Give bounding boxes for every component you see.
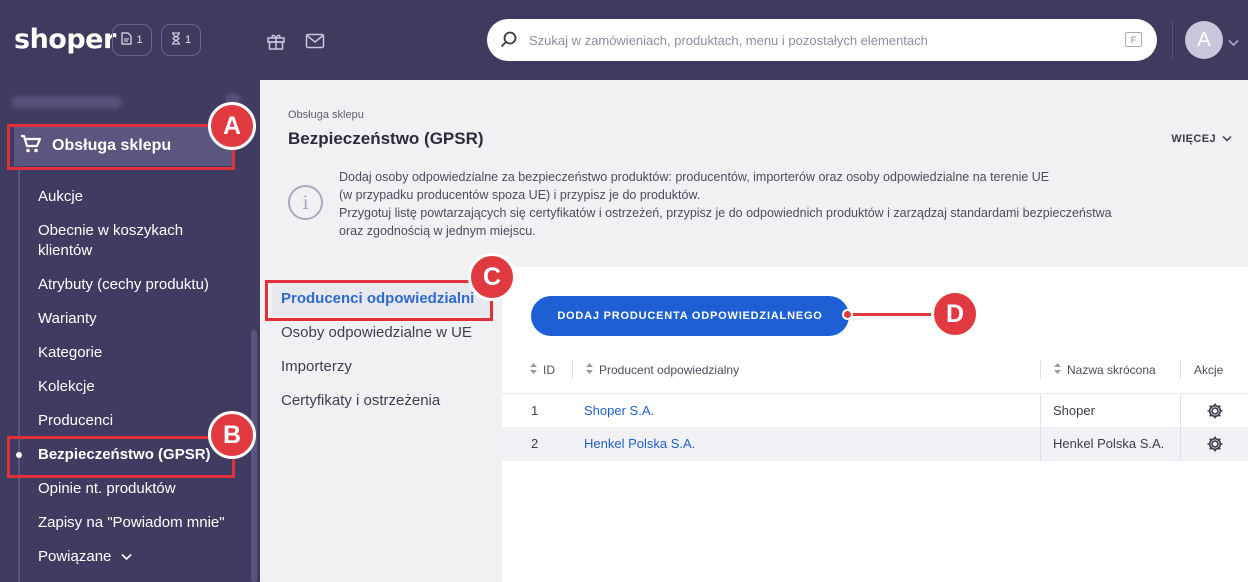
orders-counter[interactable]: 1 xyxy=(112,24,152,56)
annotation-pointer-d xyxy=(847,313,935,316)
gift-icon[interactable] xyxy=(265,30,287,52)
tab-osoby-odpowiedzialne[interactable]: Osoby odpowiedzialne w UE xyxy=(281,324,472,341)
sort-icon xyxy=(1054,363,1061,377)
gear-icon[interactable] xyxy=(1206,435,1224,458)
info-icon: i xyxy=(288,185,323,220)
more-label: WIĘCEJ xyxy=(1171,133,1216,145)
column-label: Nazwa skrócona xyxy=(1067,363,1156,377)
breadcrumb[interactable]: Obsługa sklepu xyxy=(288,109,364,121)
column-label: Akcje xyxy=(1194,363,1224,377)
sidebar-item-zapisy[interactable]: Zapisy na "Powiadom mnie" xyxy=(38,513,225,533)
sort-icon xyxy=(530,363,537,377)
sidebar-item-producenci[interactable]: Producenci xyxy=(38,411,113,431)
column-header-actions: Akcje xyxy=(1194,363,1223,377)
column-divider xyxy=(572,361,573,379)
more-menu-button[interactable]: WIĘCEJ xyxy=(1171,133,1232,145)
column-header-id[interactable]: ID xyxy=(530,363,555,377)
column-header-producer[interactable]: Producent odpowiedzialny xyxy=(586,363,739,377)
annotation-badge-d: D xyxy=(931,290,979,338)
sidebar-scrollbar[interactable] xyxy=(251,330,257,582)
tab-importerzy[interactable]: Importerzy xyxy=(281,358,352,375)
sidebar-item-opinie[interactable]: Opinie nt. produktów xyxy=(38,479,176,499)
search-shortcut-badge: F xyxy=(1125,32,1142,47)
annotation-box-c xyxy=(265,280,493,321)
blurred-element xyxy=(12,96,122,108)
column-divider xyxy=(1040,394,1041,428)
sidebar-item-aukcje[interactable]: Aukcje xyxy=(38,187,83,207)
info-line: (w przypadku producentów spoza UE) i prz… xyxy=(339,188,701,202)
mail-icon[interactable] xyxy=(304,30,326,52)
column-label: ID xyxy=(543,363,555,377)
table-row: 1 Shoper S.A. Shoper xyxy=(502,393,1248,428)
cell-short-name: Shoper xyxy=(1053,403,1095,418)
search-icon xyxy=(499,30,519,55)
column-divider xyxy=(1180,394,1181,428)
sidebar-item-obecnie-w-koszykach-line2[interactable]: klientów xyxy=(38,241,92,261)
producer-link[interactable]: Henkel Polska S.A. xyxy=(584,427,695,461)
info-description: Dodaj osoby odpowiedzialne za bezpieczeń… xyxy=(339,168,1179,240)
sidebar-item-obecnie-w-koszykach[interactable]: Obecnie w koszykach xyxy=(38,221,183,241)
column-divider xyxy=(1180,427,1181,461)
cell-id: 1 xyxy=(531,403,539,418)
annotation-box-a xyxy=(7,124,235,170)
column-divider xyxy=(1040,427,1041,461)
annotation-badge-a: A xyxy=(208,102,256,150)
sidebar-item-powiazane[interactable]: Powiązane xyxy=(38,547,132,567)
chevron-down-icon xyxy=(1222,133,1232,145)
tasks-count: 1 xyxy=(184,34,192,46)
cell-short-name: Henkel Polska S.A. xyxy=(1053,436,1165,451)
page-title: Bezpieczeństwo (GPSR) xyxy=(288,129,484,148)
sidebar-item-kategorie[interactable]: Kategorie xyxy=(38,343,102,363)
column-divider xyxy=(1180,361,1181,379)
sort-icon xyxy=(586,363,593,377)
shoper-logo[interactable]: shoper xyxy=(14,24,116,55)
sidebar-item-label: Powiązane xyxy=(38,548,112,565)
chevron-down-icon xyxy=(121,547,132,567)
sidebar-tree-line xyxy=(18,166,20,582)
cell-id: 2 xyxy=(531,436,539,451)
annotation-badge-c: C xyxy=(468,253,516,301)
column-label: Producent odpowiedzialny xyxy=(599,363,740,377)
info-line: Przygotuj listę powtarzających się certy… xyxy=(339,206,1112,220)
global-search[interactable]: F xyxy=(487,19,1157,61)
divider xyxy=(1172,20,1173,60)
top-bar: shoper 1 1 F A xyxy=(0,0,1248,80)
sidebar-item-warianty[interactable]: Warianty xyxy=(38,309,97,329)
document-icon xyxy=(121,32,133,48)
table-row: 2 Henkel Polska S.A. Henkel Polska S.A. xyxy=(502,427,1248,461)
gear-icon[interactable] xyxy=(1206,402,1224,425)
producer-link[interactable]: Shoper S.A. xyxy=(584,394,654,428)
orders-count: 1 xyxy=(136,34,143,46)
annotation-badge-b: B xyxy=(208,411,256,459)
sidebar-item-kolekcje[interactable]: Kolekcje xyxy=(38,377,95,397)
info-line: Dodaj osoby odpowiedzialne za bezpieczeń… xyxy=(339,170,1050,184)
annotation-box-b xyxy=(7,436,235,478)
chevron-down-icon[interactable] xyxy=(1228,34,1239,52)
tasks-counter[interactable]: 1 xyxy=(161,24,201,56)
main-content: Obsługa sklepu Bezpieczeństwo (GPSR) WIĘ… xyxy=(260,80,1248,582)
info-line: oraz zgodnością w jednym miejscu. xyxy=(339,224,536,238)
add-producer-button[interactable]: DODAJ PRODUCENTA ODPOWIEDZIALNEGO xyxy=(531,296,849,336)
search-input[interactable] xyxy=(529,19,1109,61)
tab-certyfikaty[interactable]: Certyfikaty i ostrzeżenia xyxy=(281,392,440,409)
column-header-short-name[interactable]: Nazwa skrócona xyxy=(1054,363,1156,377)
hourglass-icon xyxy=(171,32,181,48)
sidebar-item-atrybuty[interactable]: Atrybuty (cechy produktu) xyxy=(38,275,209,295)
annotation-pointer-dot xyxy=(842,309,853,320)
avatar[interactable]: A xyxy=(1185,21,1223,59)
column-divider xyxy=(1040,361,1041,379)
